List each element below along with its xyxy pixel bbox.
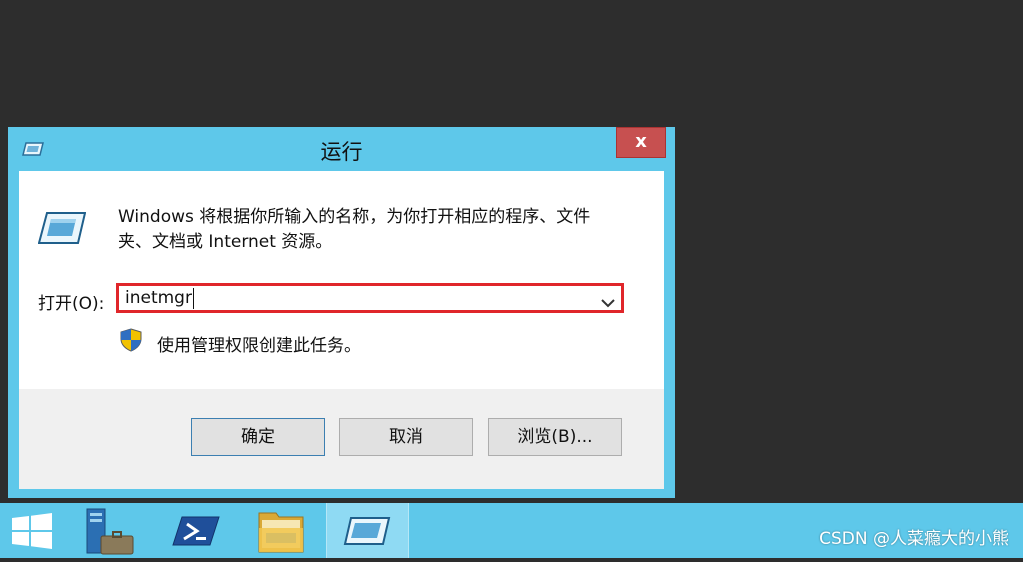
run-dialog: 运行 x Windows 将根据你所输入的名称，为你打开相应的程序、文件 夹、文… bbox=[8, 127, 675, 498]
watermark: CSDN @人菜瘾大的小熊 bbox=[819, 529, 1009, 549]
open-combobox[interactable]: inetmgr bbox=[116, 283, 624, 313]
description-line-1: Windows 将根据你所输入的名称，为你打开相应的程序、文件 bbox=[118, 207, 591, 227]
dialog-content: Windows 将根据你所输入的名称，为你打开相应的程序、文件 夹、文档或 In… bbox=[19, 171, 664, 489]
run-icon bbox=[343, 517, 391, 545]
start-button[interactable] bbox=[0, 503, 64, 558]
title-bar[interactable]: 运行 x bbox=[8, 127, 675, 171]
powershell-icon bbox=[172, 516, 220, 546]
open-input[interactable]: inetmgr bbox=[125, 288, 194, 309]
windows-logo-icon bbox=[12, 513, 52, 549]
admin-note: 使用管理权限创建此任务。 bbox=[157, 336, 361, 356]
ok-button[interactable]: 确定 bbox=[191, 418, 325, 456]
close-button[interactable]: x bbox=[616, 127, 666, 158]
chevron-down-icon[interactable] bbox=[601, 293, 615, 312]
dialog-title: 运行 bbox=[320, 140, 363, 164]
uac-shield-icon bbox=[120, 328, 142, 356]
taskbar-server-manager[interactable] bbox=[72, 503, 152, 558]
description-line-2: 夹、文档或 Internet 资源。 bbox=[118, 232, 333, 252]
cancel-button[interactable]: 取消 bbox=[339, 418, 473, 456]
taskbar-powershell[interactable] bbox=[155, 503, 235, 558]
folder-icon bbox=[258, 512, 304, 553]
open-label: 打开(O): bbox=[38, 294, 105, 314]
browse-button[interactable]: 浏览(B)... bbox=[488, 418, 622, 456]
taskbar-file-explorer[interactable] bbox=[240, 503, 320, 558]
taskbar-run[interactable] bbox=[326, 503, 409, 558]
run-description: Windows 将根据你所输入的名称，为你打开相应的程序、文件 夹、文档或 In… bbox=[118, 205, 638, 255]
server-manager-icon bbox=[86, 508, 134, 555]
run-program-icon bbox=[37, 212, 87, 248]
